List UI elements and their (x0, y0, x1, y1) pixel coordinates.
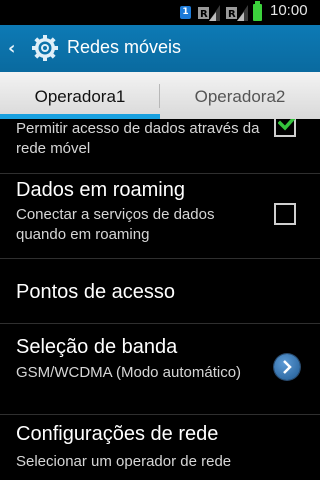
chevron-right-icon[interactable] (274, 354, 300, 380)
settings-list: Permitir acesso de dados através da rede… (0, 119, 320, 480)
carrier-tabs: Operadora1 Operadora2 (0, 72, 320, 119)
list-item-access-points[interactable]: Pontos de acesso (0, 259, 320, 323)
clock: 10:00 (270, 2, 308, 19)
list-item-data-roaming[interactable]: Dados em roaming Conectar a serviços de … (0, 174, 320, 258)
battery-icon (253, 1, 262, 21)
item-subtitle: Permitir acesso de dados através da rede… (16, 120, 260, 157)
item-subtitle: GSM/WCDMA (Modo automático) (16, 364, 242, 381)
tab-label: Operadora1 (34, 87, 126, 106)
list-item-mobile-data[interactable]: Permitir acesso de dados através da rede… (0, 119, 320, 173)
chevron-left-icon[interactable]: ‹ (8, 39, 22, 59)
tab-operadora2[interactable]: Operadora2 (160, 72, 320, 119)
tab-label: Operadora2 (194, 87, 286, 106)
action-bar: ‹ Redes móveis (0, 25, 320, 72)
signal-sim1-icon: R (198, 5, 220, 21)
list-item-network-settings[interactable]: Configurações de rede Selecionar um oper… (0, 415, 320, 480)
sim-indicator-icon: 1 (180, 6, 191, 19)
signal-sim2-icon: R (226, 5, 248, 21)
tab-operadora1[interactable]: Operadora1 (0, 72, 160, 119)
svg-text:R: R (228, 9, 236, 20)
page-title: Redes móveis (67, 37, 182, 57)
item-subtitle: Selecionar um operador de rede (16, 453, 232, 470)
data-roaming-checkbox[interactable] (274, 203, 296, 225)
item-title: Configurações de rede (16, 423, 219, 445)
svg-text:R: R (200, 9, 208, 20)
checkmark-icon (278, 119, 296, 131)
item-title: Dados em roaming (16, 179, 185, 201)
gear-icon[interactable] (30, 33, 60, 63)
item-title: Seleção de banda (16, 336, 178, 358)
mobile-data-checkbox[interactable] (274, 119, 296, 137)
item-title: Pontos de acesso (16, 281, 175, 303)
item-subtitle: Conectar a serviços de dados quando em r… (16, 206, 215, 243)
list-item-band-selection[interactable]: Seleção de banda GSM/WCDMA (Modo automát… (0, 324, 320, 414)
status-bar: 1 R R 10:00 (0, 0, 320, 25)
